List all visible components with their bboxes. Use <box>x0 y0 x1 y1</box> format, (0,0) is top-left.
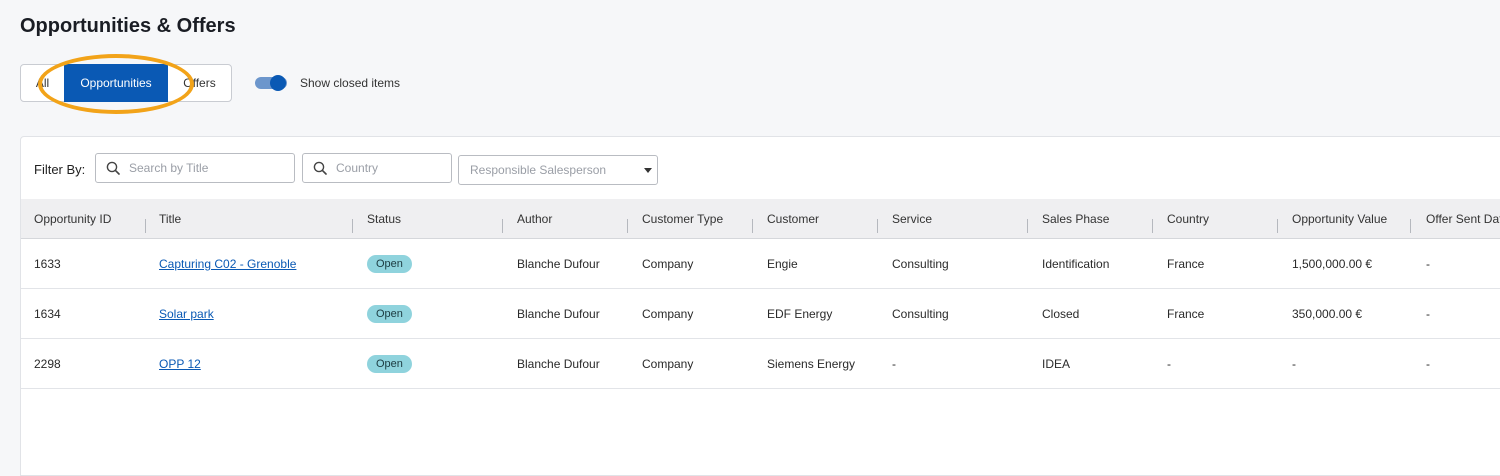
cell-customer: EDF Energy <box>767 307 833 321</box>
col-country[interactable]: Country <box>1167 199 1209 239</box>
col-opportunity-value[interactable]: Opportunity Value <box>1292 199 1387 239</box>
cell-service: Consulting <box>892 257 949 271</box>
cell-offer-sent-date: - <box>1426 307 1430 321</box>
title-search-input[interactable] <box>129 161 269 175</box>
col-service[interactable]: Service <box>892 199 932 239</box>
cell-offer-sent-date: - <box>1426 357 1430 371</box>
cell-author: Blanche Dufour <box>517 257 600 271</box>
cell-author: Blanche Dufour <box>517 357 600 371</box>
column-divider <box>1027 219 1028 233</box>
chevron-down-icon <box>644 168 652 173</box>
cell-service: - <box>892 357 896 371</box>
page-title: Opportunities & Offers <box>20 15 236 37</box>
cell-country: France <box>1167 307 1205 321</box>
segment-all[interactable]: All <box>21 65 64 101</box>
search-icon <box>106 161 120 175</box>
search-icon <box>313 161 327 175</box>
cell-opportunity-value: - <box>1292 357 1296 371</box>
cell-author: Blanche Dufour <box>517 307 600 321</box>
cell-sales-phase: Identification <box>1042 257 1110 271</box>
opportunity-title-link[interactable]: OPP 12 <box>159 357 201 371</box>
status-badge: Open <box>367 305 412 323</box>
cell-service: Consulting <box>892 307 949 321</box>
salesperson-select-placeholder: Responsible Salesperson <box>470 163 607 177</box>
table-header: Opportunity ID Title Status Author Custo… <box>21 199 1500 239</box>
cell-customer-type: Company <box>642 357 694 371</box>
cell-customer-type: Company <box>642 257 694 271</box>
column-divider <box>352 219 353 233</box>
status-badge: Open <box>367 355 412 373</box>
column-divider <box>502 219 503 233</box>
table-row[interactable]: 1633 Capturing C02 - Grenoble Open Blanc… <box>21 239 1500 289</box>
salesperson-select[interactable]: Responsible Salesperson <box>458 155 658 185</box>
cell-opportunity-id: 1634 <box>34 307 61 321</box>
col-customer-type[interactable]: Customer Type <box>642 199 723 239</box>
segment-opportunities[interactable]: Opportunities <box>64 64 168 102</box>
cell-opportunity-value: 1,500,000.00 € <box>1292 257 1373 271</box>
col-author[interactable]: Author <box>517 199 552 239</box>
results-card: Filter By: Responsible Salesperson Oppor… <box>20 136 1500 476</box>
opportunity-title-link[interactable]: Solar park <box>159 307 214 321</box>
show-closed-toggle[interactable] <box>255 75 287 91</box>
column-divider <box>1277 219 1278 233</box>
cell-customer: Siemens Energy <box>767 357 856 371</box>
status-badge: Open <box>367 255 412 273</box>
segment-offers[interactable]: Offers <box>168 65 231 101</box>
column-divider <box>752 219 753 233</box>
title-search-field[interactable] <box>95 153 295 183</box>
cell-opportunity-id: 2298 <box>34 357 61 371</box>
filter-label: Filter By: <box>34 162 86 177</box>
cell-customer-type: Company <box>642 307 694 321</box>
show-closed-label: Show closed items <box>300 76 401 90</box>
col-offer-sent-date[interactable]: Offer Sent Date <box>1426 199 1500 239</box>
cell-sales-phase: IDEA <box>1042 357 1071 371</box>
cell-customer: Engie <box>767 257 798 271</box>
cell-opportunity-value: 350,000.00 € <box>1292 307 1363 321</box>
col-opportunity-id[interactable]: Opportunity ID <box>34 199 111 239</box>
view-segmented-control: All Opportunities Offers <box>20 64 232 102</box>
col-status[interactable]: Status <box>367 199 401 239</box>
country-search-input[interactable] <box>336 161 436 175</box>
cell-country: France <box>1167 257 1205 271</box>
country-search-field[interactable] <box>302 153 452 183</box>
column-divider <box>627 219 628 233</box>
col-sales-phase[interactable]: Sales Phase <box>1042 199 1109 239</box>
column-divider <box>145 219 146 233</box>
cell-offer-sent-date: - <box>1426 257 1430 271</box>
column-divider <box>877 219 878 233</box>
column-divider <box>1152 219 1153 233</box>
cell-sales-phase: Closed <box>1042 307 1080 321</box>
table-row[interactable]: 2298 OPP 12 Open Blanche Dufour Company … <box>21 339 1500 389</box>
column-divider <box>1410 219 1411 233</box>
toggle-knob <box>270 75 286 91</box>
cell-country: - <box>1167 357 1171 371</box>
col-customer[interactable]: Customer <box>767 199 819 239</box>
table-row[interactable]: 1634 Solar park Open Blanche Dufour Comp… <box>21 289 1500 339</box>
cell-opportunity-id: 1633 <box>34 257 61 271</box>
col-title[interactable]: Title <box>159 199 181 239</box>
opportunity-title-link[interactable]: Capturing C02 - Grenoble <box>159 257 296 271</box>
